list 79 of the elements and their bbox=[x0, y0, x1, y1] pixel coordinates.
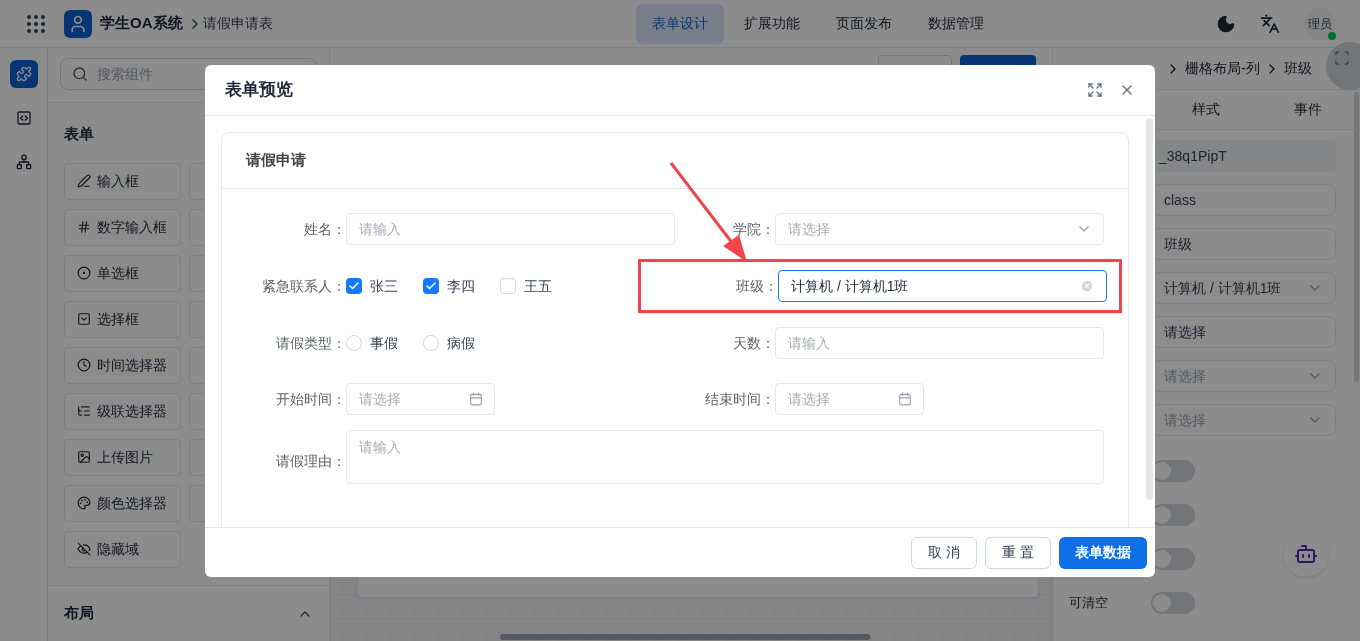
field-label: 请假类型： bbox=[276, 333, 346, 353]
component-button[interactable]: 上传图片 bbox=[64, 438, 181, 476]
group-title: 表单 bbox=[63, 124, 95, 144]
palette-icon bbox=[77, 496, 91, 510]
eye-off-icon bbox=[77, 542, 91, 556]
radio-label: 事假 bbox=[370, 333, 398, 353]
app-name: 学生OA系统 bbox=[100, 13, 183, 34]
date-field[interactable]: 请选择 bbox=[346, 383, 495, 415]
field-label: 姓名： bbox=[304, 219, 346, 239]
textarea-field[interactable]: 请输入 bbox=[346, 430, 1104, 484]
radio-label: 病假 bbox=[447, 333, 475, 353]
cascader-field[interactable]: 计算机 / 计算机1班 bbox=[778, 270, 1107, 302]
dialog-button[interactable]: 表单数据 bbox=[1059, 536, 1147, 569]
scrollbar[interactable] bbox=[1146, 118, 1153, 500]
checkbox-label: 李四 bbox=[447, 276, 475, 296]
checkbox[interactable] bbox=[500, 278, 516, 294]
list-tree-icon bbox=[77, 404, 91, 418]
checkbox[interactable] bbox=[423, 278, 439, 294]
puzzle-icon bbox=[15, 66, 32, 82]
calendar-icon bbox=[469, 392, 483, 406]
input-field[interactable]: 请输入 bbox=[346, 213, 675, 245]
nav-tab[interactable]: 扩展功能 bbox=[727, 3, 816, 44]
component-button[interactable]: 级联选择器 bbox=[64, 392, 181, 430]
number-icon bbox=[77, 220, 91, 234]
component-button[interactable]: 时间选择器 bbox=[64, 346, 181, 384]
field-label: 开始时间： bbox=[276, 389, 346, 409]
scrollbar[interactable] bbox=[1354, 92, 1359, 382]
group-title: 布局 bbox=[64, 603, 94, 624]
nav-tab[interactable]: 表单设计 bbox=[635, 3, 724, 44]
toggle-switch[interactable] bbox=[1151, 591, 1195, 614]
page-breadcrumb[interactable]: 请假申请表 bbox=[202, 13, 273, 34]
switch-label: 可清空 bbox=[1069, 594, 1108, 610]
horizontal-scrollbar[interactable] bbox=[500, 634, 870, 640]
checkbox-label: 张三 bbox=[370, 276, 398, 296]
expand-icon[interactable] bbox=[1087, 82, 1103, 98]
card-title: 请假申请 bbox=[246, 150, 306, 171]
component-button[interactable]: 输入框 bbox=[64, 162, 181, 200]
rail-button[interactable] bbox=[9, 60, 38, 88]
date-field[interactable]: 请选择 bbox=[775, 383, 924, 415]
field-label: 学院： bbox=[733, 219, 775, 239]
dialog-button[interactable]: 取 消 bbox=[911, 536, 978, 569]
select-field[interactable]: 请选择 bbox=[775, 213, 1104, 245]
nav-tab[interactable]: 页面发布 bbox=[819, 3, 908, 44]
breadcrumb-item[interactable]: 栅格布局-列 bbox=[1185, 58, 1260, 79]
checkbox[interactable] bbox=[346, 278, 362, 294]
radio-icon bbox=[77, 266, 91, 280]
user-avatar[interactable]: 理员 bbox=[1304, 7, 1336, 40]
component-button[interactable]: 选择框 bbox=[64, 300, 181, 338]
input-field[interactable]: 请输入 bbox=[775, 327, 1104, 359]
robot-icon bbox=[1294, 542, 1318, 566]
breadcrumb-item[interactable]: 班级 bbox=[1283, 58, 1312, 79]
component-button[interactable]: 数字输入框 bbox=[64, 208, 181, 246]
dialog-button[interactable]: 重 置 bbox=[985, 536, 1051, 569]
pen-icon bbox=[77, 174, 91, 188]
calendar-icon bbox=[898, 392, 912, 406]
check-icon bbox=[348, 280, 360, 292]
clock-icon bbox=[77, 358, 91, 372]
search-icon bbox=[72, 66, 88, 82]
app-logo bbox=[64, 9, 92, 38]
field-label: 请假理由： bbox=[276, 452, 346, 471]
translate-icon[interactable] bbox=[1260, 13, 1280, 34]
component-button[interactable]: 隐藏域 bbox=[64, 530, 181, 568]
moon-icon[interactable] bbox=[1216, 13, 1236, 34]
checkbox-label: 王五 bbox=[524, 276, 552, 296]
image-icon bbox=[77, 450, 91, 464]
field-label: 天数： bbox=[733, 333, 775, 353]
component-button[interactable]: 颜色选择器 bbox=[64, 484, 181, 522]
component-button[interactable]: 单选框 bbox=[64, 254, 181, 292]
fullscreen-button[interactable] bbox=[1326, 42, 1360, 90]
code-icon bbox=[15, 110, 32, 126]
network-icon bbox=[15, 154, 32, 170]
check-icon bbox=[425, 280, 437, 292]
dropdown-icon bbox=[77, 312, 91, 326]
panel-tab[interactable]: 样式 bbox=[1155, 90, 1257, 129]
field-label: 班级： bbox=[736, 276, 778, 296]
field-label: 紧急联系人： bbox=[262, 276, 346, 296]
nav-tab[interactable]: 数据管理 bbox=[911, 3, 1000, 44]
fullscreen-icon bbox=[1334, 50, 1350, 66]
field-label: 结束时间： bbox=[705, 389, 775, 409]
